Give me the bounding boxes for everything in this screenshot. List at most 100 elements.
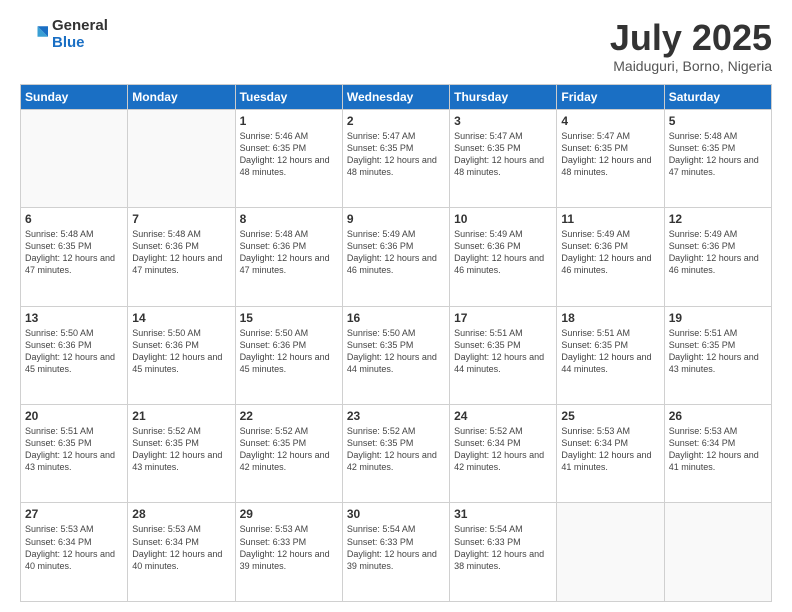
day-number: 4: [561, 114, 659, 128]
day-number: 18: [561, 311, 659, 325]
title-block: July 2025 Maiduguri, Borno, Nigeria: [610, 18, 772, 74]
day-number: 17: [454, 311, 552, 325]
month-title: July 2025: [610, 18, 772, 58]
day-info: Sunrise: 5:49 AM Sunset: 6:36 PM Dayligh…: [454, 228, 552, 277]
calendar-cell: 10 Sunrise: 5:49 AM Sunset: 6:36 PM Dayli…: [450, 208, 557, 306]
day-info: Sunrise: 5:53 AM Sunset: 6:33 PM Dayligh…: [240, 523, 338, 572]
calendar-cell: 19 Sunrise: 5:51 AM Sunset: 6:35 PM Dayli…: [664, 306, 771, 404]
day-number: 24: [454, 409, 552, 423]
logo: General Blue: [20, 18, 108, 51]
calendar-cell: 18Sunrise: 5:51 AM Sunset: 6:35 PM Dayli…: [557, 306, 664, 404]
day-number: 28: [132, 507, 230, 521]
calendar-cell: 24 Sunrise: 5:52 AM Sunset: 6:34 PM Dayli…: [450, 405, 557, 503]
header: General Blue July 2025 Maiduguri, Borno,…: [20, 18, 772, 74]
day-info: Sunrise: 5:51 AM Sunset: 6:35 PM Dayligh…: [454, 327, 552, 376]
day-number: 2: [347, 114, 445, 128]
day-info: Sunrise: 5:47 AM Sunset: 6:35 PM Dayligh…: [561, 130, 659, 179]
calendar-cell: 30 Sunrise: 5:54 AM Sunset: 6:33 PM Dayli…: [342, 503, 449, 602]
calendar-cell: 5Sunrise: 5:48 AM Sunset: 6:35 PM Daylig…: [664, 109, 771, 207]
day-number: 9: [347, 212, 445, 226]
day-info: Sunrise: 5:48 AM Sunset: 6:36 PM Dayligh…: [132, 228, 230, 277]
calendar-cell: 22 Sunrise: 5:52 AM Sunset: 6:35 PM Dayli…: [235, 405, 342, 503]
day-number: 29: [240, 507, 338, 521]
day-number: 23: [347, 409, 445, 423]
day-number: 13: [25, 311, 123, 325]
calendar-cell: 14Sunrise: 5:50 AM Sunset: 6:36 PM Dayli…: [128, 306, 235, 404]
calendar-cell: 11 Sunrise: 5:49 AM Sunset: 6:36 PM Dayli…: [557, 208, 664, 306]
day-info: Sunrise: 5:48 AM Sunset: 6:36 PM Dayligh…: [240, 228, 338, 277]
day-info: Sunrise: 5:50 AM Sunset: 6:36 PM Dayligh…: [132, 327, 230, 376]
weekday-header-tuesday: Tuesday: [235, 84, 342, 109]
day-info: Sunrise: 5:47 AM Sunset: 6:35 PM Dayligh…: [454, 130, 552, 179]
day-number: 11: [561, 212, 659, 226]
day-info: Sunrise: 5:50 AM Sunset: 6:36 PM Dayligh…: [240, 327, 338, 376]
day-number: 16: [347, 311, 445, 325]
calendar-table: SundayMondayTuesdayWednesdayThursdayFrid…: [20, 84, 772, 602]
calendar-cell: 4 Sunrise: 5:47 AM Sunset: 6:35 PM Daylig…: [557, 109, 664, 207]
day-number: 25: [561, 409, 659, 423]
day-info: Sunrise: 5:53 AM Sunset: 6:34 PM Dayligh…: [132, 523, 230, 572]
calendar-cell: 3 Sunrise: 5:47 AM Sunset: 6:35 PM Daylig…: [450, 109, 557, 207]
day-info: Sunrise: 5:53 AM Sunset: 6:34 PM Dayligh…: [561, 425, 659, 474]
day-info: Sunrise: 5:52 AM Sunset: 6:35 PM Dayligh…: [347, 425, 445, 474]
day-info: Sunrise: 5:52 AM Sunset: 6:35 PM Dayligh…: [240, 425, 338, 474]
calendar-cell: [21, 109, 128, 207]
page: General Blue July 2025 Maiduguri, Borno,…: [0, 0, 792, 612]
calendar-cell: 28 Sunrise: 5:53 AM Sunset: 6:34 PM Dayli…: [128, 503, 235, 602]
day-number: 10: [454, 212, 552, 226]
day-info: Sunrise: 5:53 AM Sunset: 6:34 PM Dayligh…: [669, 425, 767, 474]
day-info: Sunrise: 5:51 AM Sunset: 6:35 PM Dayligh…: [669, 327, 767, 376]
weekday-header-friday: Friday: [557, 84, 664, 109]
day-number: 20: [25, 409, 123, 423]
calendar-cell: 31Sunrise: 5:54 AM Sunset: 6:33 PM Dayli…: [450, 503, 557, 602]
logo-general: General: [52, 18, 108, 35]
day-number: 1: [240, 114, 338, 128]
logo-text: General Blue: [52, 18, 108, 51]
day-info: Sunrise: 5:53 AM Sunset: 6:34 PM Dayligh…: [25, 523, 123, 572]
weekday-header-saturday: Saturday: [664, 84, 771, 109]
day-number: 30: [347, 507, 445, 521]
calendar-cell: 21 Sunrise: 5:52 AM Sunset: 6:35 PM Dayli…: [128, 405, 235, 503]
calendar-week-2: 13 Sunrise: 5:50 AM Sunset: 6:36 PM Dayli…: [21, 306, 772, 404]
day-info: Sunrise: 5:50 AM Sunset: 6:35 PM Dayligh…: [347, 327, 445, 376]
day-number: 27: [25, 507, 123, 521]
day-info: Sunrise: 5:48 AM Sunset: 6:35 PM Dayligh…: [669, 130, 767, 179]
calendar-cell: 12 Sunrise: 5:49 AM Sunset: 6:36 PM Dayli…: [664, 208, 771, 306]
day-number: 22: [240, 409, 338, 423]
day-info: Sunrise: 5:49 AM Sunset: 6:36 PM Dayligh…: [347, 228, 445, 277]
day-number: 6: [25, 212, 123, 226]
day-info: Sunrise: 5:51 AM Sunset: 6:35 PM Dayligh…: [25, 425, 123, 474]
calendar-cell: 6 Sunrise: 5:48 AM Sunset: 6:35 PM Daylig…: [21, 208, 128, 306]
day-number: 21: [132, 409, 230, 423]
logo-icon: [20, 21, 48, 49]
calendar-cell: [664, 503, 771, 602]
weekday-header-sunday: Sunday: [21, 84, 128, 109]
day-number: 12: [669, 212, 767, 226]
calendar-cell: 2Sunrise: 5:47 AM Sunset: 6:35 PM Daylig…: [342, 109, 449, 207]
day-info: Sunrise: 5:46 AM Sunset: 6:35 PM Dayligh…: [240, 130, 338, 179]
calendar-cell: 23 Sunrise: 5:52 AM Sunset: 6:35 PM Dayli…: [342, 405, 449, 503]
day-info: Sunrise: 5:52 AM Sunset: 6:34 PM Dayligh…: [454, 425, 552, 474]
day-number: 8: [240, 212, 338, 226]
calendar-cell: 16 Sunrise: 5:50 AM Sunset: 6:35 PM Dayli…: [342, 306, 449, 404]
calendar-cell: 29 Sunrise: 5:53 AM Sunset: 6:33 PM Dayli…: [235, 503, 342, 602]
calendar-cell: 15Sunrise: 5:50 AM Sunset: 6:36 PM Dayli…: [235, 306, 342, 404]
calendar-cell: [557, 503, 664, 602]
day-info: Sunrise: 5:49 AM Sunset: 6:36 PM Dayligh…: [669, 228, 767, 277]
weekday-header-wednesday: Wednesday: [342, 84, 449, 109]
day-number: 19: [669, 311, 767, 325]
day-info: Sunrise: 5:54 AM Sunset: 6:33 PM Dayligh…: [347, 523, 445, 572]
calendar-cell: 25 Sunrise: 5:53 AM Sunset: 6:34 PM Dayli…: [557, 405, 664, 503]
calendar-week-0: 1 Sunrise: 5:46 AM Sunset: 6:35 PM Daylig…: [21, 109, 772, 207]
calendar-cell: 26 Sunrise: 5:53 AM Sunset: 6:34 PM Dayli…: [664, 405, 771, 503]
calendar-week-4: 27 Sunrise: 5:53 AM Sunset: 6:34 PM Dayli…: [21, 503, 772, 602]
day-number: 3: [454, 114, 552, 128]
day-info: Sunrise: 5:50 AM Sunset: 6:36 PM Dayligh…: [25, 327, 123, 376]
day-info: Sunrise: 5:52 AM Sunset: 6:35 PM Dayligh…: [132, 425, 230, 474]
day-info: Sunrise: 5:49 AM Sunset: 6:36 PM Dayligh…: [561, 228, 659, 277]
day-number: 7: [132, 212, 230, 226]
day-info: Sunrise: 5:48 AM Sunset: 6:35 PM Dayligh…: [25, 228, 123, 277]
day-info: Sunrise: 5:54 AM Sunset: 6:33 PM Dayligh…: [454, 523, 552, 572]
calendar-cell: 8 Sunrise: 5:48 AM Sunset: 6:36 PM Daylig…: [235, 208, 342, 306]
day-number: 26: [669, 409, 767, 423]
